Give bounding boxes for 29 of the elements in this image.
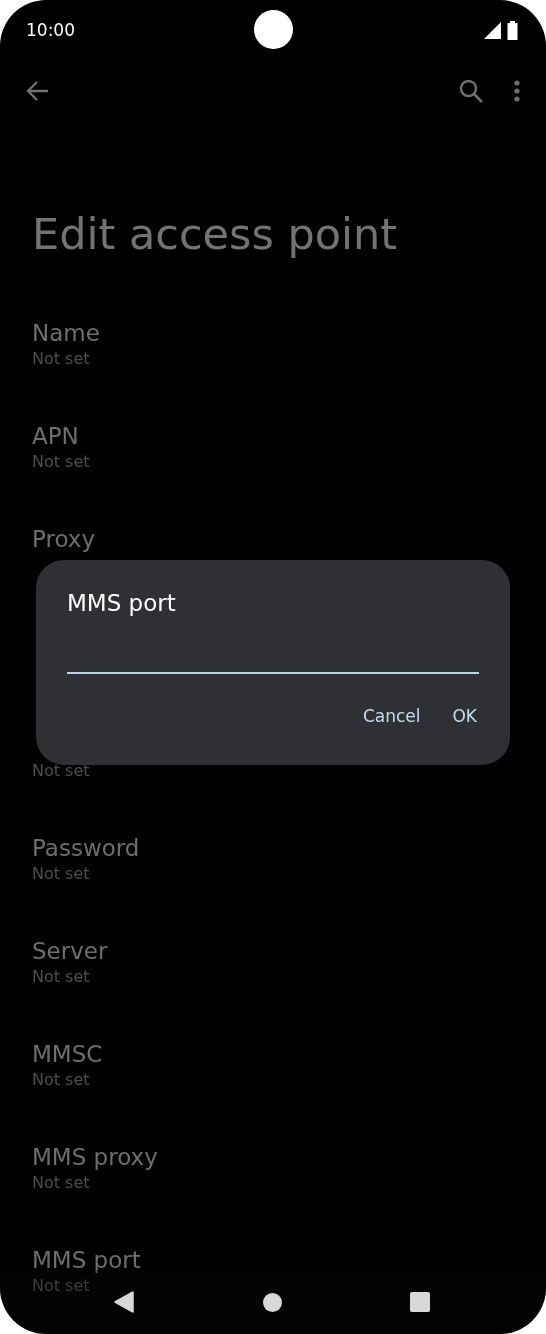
setting-value: Not set (32, 966, 90, 988)
setting-title[interactable]: MMS proxy (32, 1142, 158, 1172)
search-icon[interactable] (459, 79, 483, 103)
setting-title[interactable]: Password (32, 833, 140, 863)
page-title: Edit access point (31, 208, 399, 261)
dialog-title: MMS port (67, 589, 176, 618)
signal-icon (484, 21, 501, 39)
setting-value: Not set (32, 1275, 90, 1297)
setting-value: Not set (32, 451, 90, 473)
setting-title[interactable]: MMSC (32, 1039, 103, 1069)
setting-title[interactable]: Server (32, 936, 108, 966)
setting-value: Not set (32, 1172, 90, 1194)
camera-hole (254, 10, 293, 49)
setting-title[interactable]: Proxy (32, 524, 95, 554)
home-icon[interactable] (262, 1292, 282, 1312)
setting-title[interactable]: MMS port (32, 1245, 141, 1275)
setting-value: Not set (32, 760, 90, 782)
battery-icon (507, 20, 518, 40)
back-icon[interactable] (114, 1291, 134, 1313)
more-options-icon[interactable] (514, 80, 520, 102)
dialog-button[interactable]: OK (438, 698, 491, 734)
back-arrow-icon[interactable] (25, 80, 49, 102)
setting-value: Not set (32, 1069, 90, 1091)
setting-value: Not set (32, 348, 90, 370)
dialog-button[interactable]: Cancel (348, 698, 435, 734)
status-time: 10:00 (26, 20, 75, 40)
setting-title[interactable]: APN (32, 421, 79, 451)
setting-value: Not set (32, 863, 90, 885)
setting-title[interactable]: Name (32, 318, 100, 348)
